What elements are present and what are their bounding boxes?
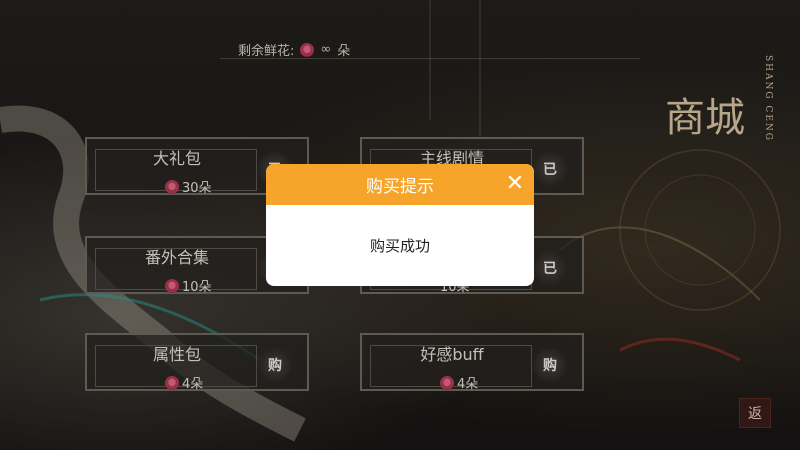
dialog-title: 购买提示: [366, 177, 434, 197]
purchase-dialog: 购买提示 ✕ 购买成功: [266, 164, 534, 286]
dialog-message: 购买成功: [369, 237, 430, 255]
close-icon[interactable]: ✕: [504, 173, 526, 195]
dialog-header: 购买提示 ✕: [266, 164, 534, 205]
